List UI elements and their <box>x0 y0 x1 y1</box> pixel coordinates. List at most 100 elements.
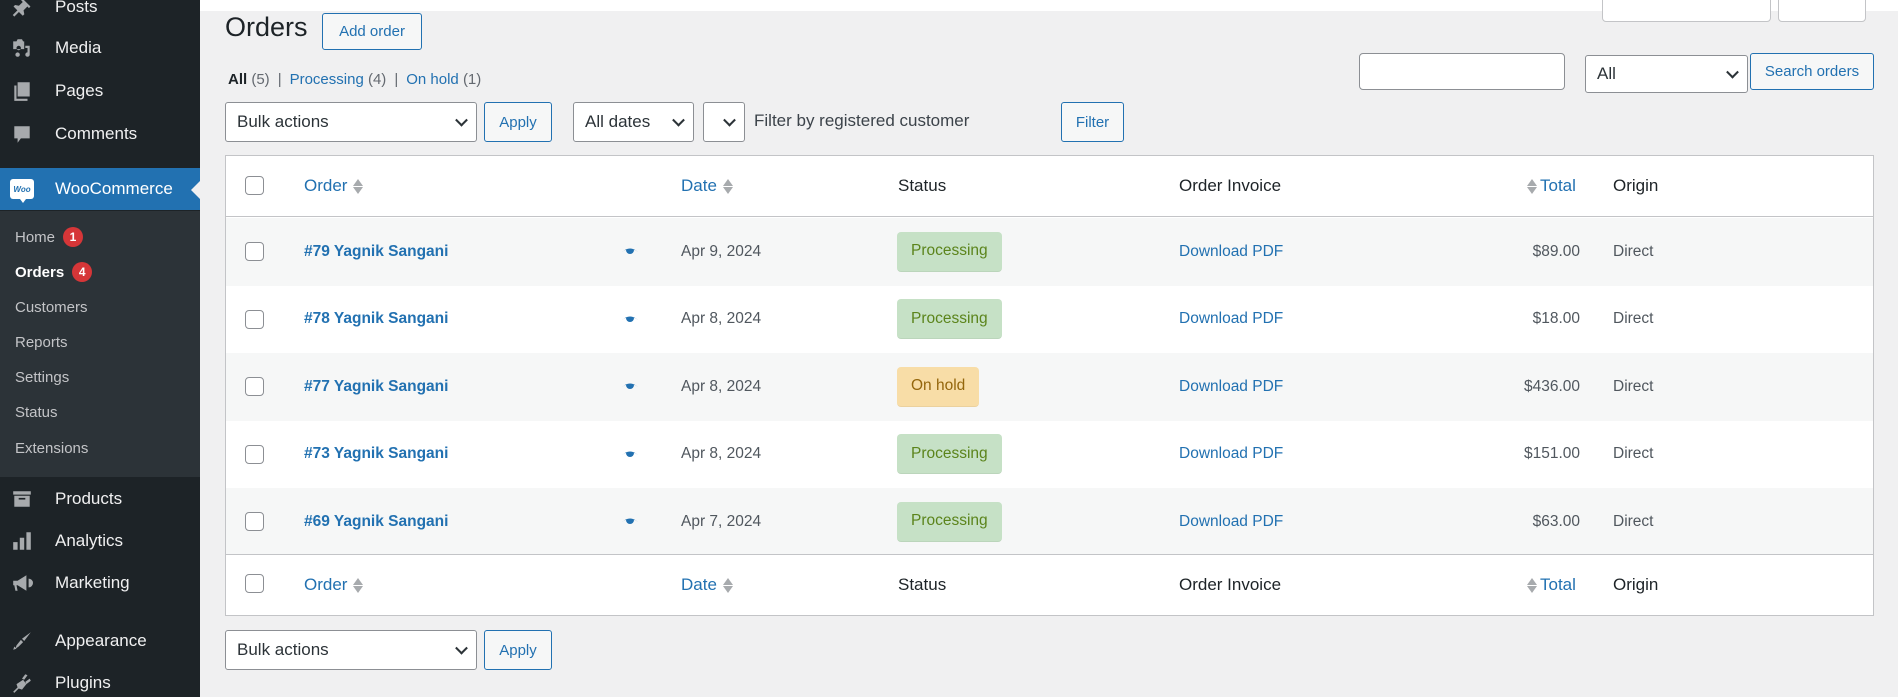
row-checkbox[interactable] <box>245 512 264 531</box>
order-total: $18.00 <box>1532 310 1580 328</box>
column-total[interactable]: Total <box>1527 156 1576 216</box>
woocommerce-icon: Woo <box>10 177 34 203</box>
column-origin: Origin <box>1613 156 1658 216</box>
column-total[interactable]: Total <box>1527 555 1576 615</box>
cell-date: Apr 9, 2024 <box>681 218 761 286</box>
sidebar-item-marketing[interactable]: Marketing <box>0 562 200 604</box>
submenu-label: Reports <box>15 334 68 351</box>
select-all-checkbox[interactable] <box>245 574 264 593</box>
table-header: Order Date Status Order Invoice Total Or… <box>226 156 1873 217</box>
sidebar-item-pages[interactable]: Pages <box>0 70 200 112</box>
bulk-actions-select-bottom[interactable]: Bulk actions <box>225 630 477 670</box>
sidebar-item-media[interactable]: Media <box>0 27 200 69</box>
order-origin: Direct <box>1613 242 1654 260</box>
submenu-label: Home <box>15 228 56 246</box>
cell-total: $18.00 <box>1426 286 1580 354</box>
download-pdf-link[interactable]: Download PDF <box>1179 513 1283 531</box>
search-orders-button[interactable]: Search orders <box>1750 53 1874 90</box>
row-checkbox[interactable] <box>245 444 264 464</box>
help-tab[interactable] <box>1778 0 1866 22</box>
submenu-label: Extensions <box>15 440 89 457</box>
orders-table: Order Date Status Order Invoice Total Or… <box>225 155 1874 616</box>
view-processing[interactable]: Processing (4) <box>290 71 387 88</box>
submenu-item-orders[interactable]: Orders 4 <box>15 262 93 282</box>
view-count: (5) <box>251 71 270 88</box>
order-link[interactable]: #73 Yagnik Sangani <box>304 445 448 463</box>
download-pdf-link[interactable]: Download PDF <box>1179 243 1283 261</box>
bulk-actions-select[interactable]: Bulk actions <box>225 102 477 142</box>
column-date[interactable]: Date <box>681 156 733 216</box>
eye-icon[interactable] <box>621 517 639 527</box>
search-scope-select[interactable]: All <box>1585 55 1748 93</box>
column-order-invoice: Order Invoice <box>1179 156 1281 216</box>
table-row[interactable]: #78 Yagnik Sangani Apr 8, 2024 Processing D… <box>226 286 1873 354</box>
submenu-item-customers[interactable]: Customers <box>15 299 88 316</box>
view-count: (1) <box>462 71 482 88</box>
sidebar-item-analytics[interactable]: Analytics <box>0 520 200 562</box>
row-checkbox[interactable] <box>245 377 264 396</box>
chevron-down-icon <box>672 113 685 127</box>
cell-origin: Direct <box>1613 488 1653 556</box>
download-pdf-link[interactable]: Download PDF <box>1179 445 1283 463</box>
column-label: Order <box>304 575 348 594</box>
date-filter-select[interactable]: All dates <box>573 102 694 142</box>
column-date[interactable]: Date <box>681 555 733 615</box>
apply-button[interactable]: Apply <box>484 102 552 142</box>
sidebar-item-woocommerce[interactable]: Woo WooCommerce <box>0 168 200 210</box>
submenu-item-extensions[interactable]: Extensions <box>15 440 88 457</box>
status-badge: On hold <box>897 366 980 407</box>
column-order[interactable]: Order <box>304 555 364 615</box>
status-badge: Processing <box>897 434 1002 475</box>
download-pdf-link[interactable]: Download PDF <box>1179 310 1283 328</box>
order-total: $89.00 <box>1532 242 1580 260</box>
select-value: Bulk actions <box>237 112 329 131</box>
search-input[interactable] <box>1359 53 1565 90</box>
submenu-item-status[interactable]: Status <box>15 404 58 421</box>
cell-date: Apr 8, 2024 <box>681 421 761 489</box>
select-all-checkbox[interactable] <box>245 176 264 195</box>
sidebar-item-posts[interactable]: Posts <box>0 0 200 28</box>
submenu-item-reports[interactable]: Reports <box>15 334 68 351</box>
order-link[interactable]: #79 Yagnik Sangani <box>304 243 448 261</box>
order-link[interactable]: #78 Yagnik Sangani <box>304 310 448 328</box>
filter-button[interactable]: Filter <box>1061 102 1124 142</box>
eye-icon[interactable] <box>621 247 639 257</box>
order-date: Apr 9, 2024 <box>681 242 762 260</box>
order-link[interactable]: #77 Yagnik Sangani <box>304 378 448 396</box>
apply-button-bottom[interactable]: Apply <box>484 630 552 670</box>
sidebar-item-appearance[interactable]: Appearance <box>0 620 200 662</box>
cell-invoice: Download PDF <box>1179 488 1283 556</box>
view-label: Processing <box>289 71 364 88</box>
table-row[interactable]: #79 Yagnik Sangani Apr 9, 2024 Processing D… <box>226 218 1873 286</box>
sidebar-item-plugins[interactable]: Plugins <box>0 662 200 697</box>
view-all[interactable]: All (5) <box>228 71 270 88</box>
archive-icon <box>10 487 34 511</box>
eye-icon[interactable] <box>621 315 639 325</box>
column-label: Origin <box>1613 575 1659 594</box>
eye-icon[interactable] <box>621 450 639 460</box>
submenu-item-home[interactable]: Home 1 <box>15 227 84 247</box>
cell-order: #73 Yagnik Sangani <box>304 421 448 489</box>
customer-filter-select[interactable] <box>703 102 745 142</box>
cell-origin: Direct <box>1613 353 1653 421</box>
sidebar-item-comments[interactable]: Comments <box>0 113 200 155</box>
column-order[interactable]: Order <box>304 156 364 216</box>
table-row[interactable]: #73 Yagnik Sangani Apr 8, 2024 Processing D… <box>226 421 1873 489</box>
eye-icon[interactable] <box>621 382 639 392</box>
select-value: All dates <box>585 112 651 131</box>
submenu-item-settings[interactable]: Settings <box>15 369 69 386</box>
chevron-down-icon <box>1726 65 1739 79</box>
view-on-hold[interactable]: On hold (1) <box>406 71 481 88</box>
submenu-label: Status <box>15 404 58 421</box>
screen-options-tab[interactable] <box>1602 0 1771 22</box>
cell-total: $436.00 <box>1426 353 1580 421</box>
download-pdf-link[interactable]: Download PDF <box>1179 378 1283 396</box>
table-row[interactable]: #77 Yagnik Sangani Apr 8, 2024 On hold Down… <box>226 353 1873 421</box>
row-checkbox[interactable] <box>245 242 264 261</box>
order-link[interactable]: #69 Yagnik Sangani <box>304 513 448 531</box>
add-order-button[interactable]: Add order <box>322 13 422 50</box>
sidebar-item-products[interactable]: Products <box>0 478 200 520</box>
row-checkbox[interactable] <box>245 309 264 329</box>
table-row[interactable]: #69 Yagnik Sangani Apr 7, 2024 Processing D… <box>226 488 1873 556</box>
sort-icon <box>1527 178 1537 194</box>
